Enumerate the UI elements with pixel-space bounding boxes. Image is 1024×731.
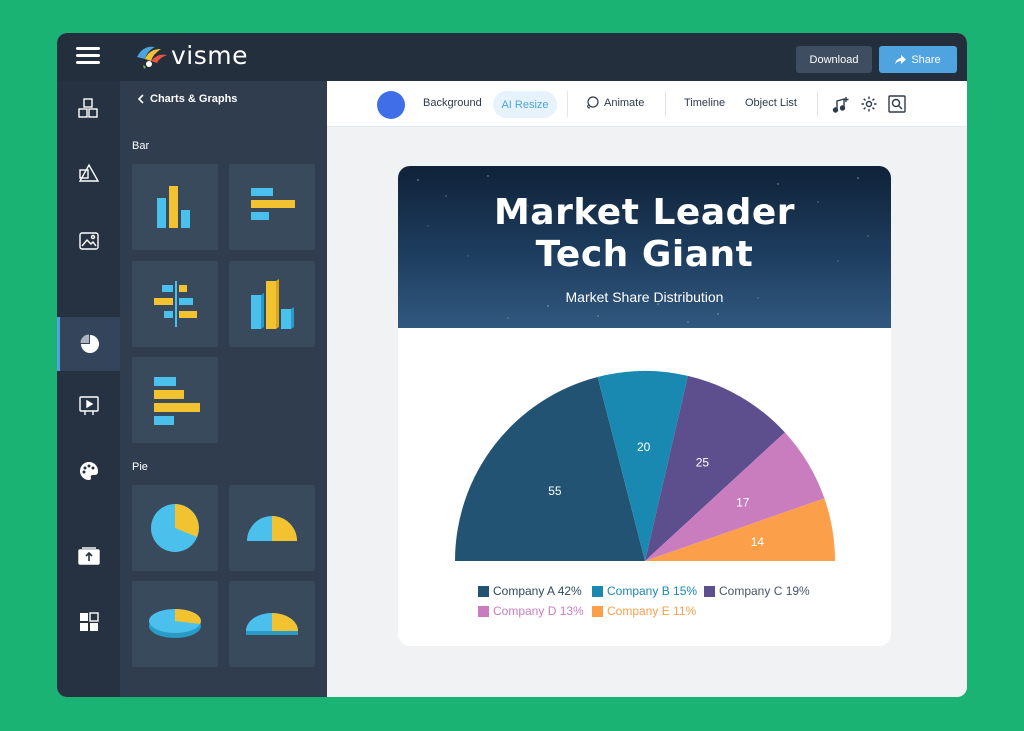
add-audio-icon[interactable] xyxy=(832,95,850,113)
pie-chart-icon xyxy=(151,504,199,552)
horizontal-bar-chart-icon xyxy=(251,188,295,220)
image-icon xyxy=(78,232,99,250)
upload-icon xyxy=(77,547,100,565)
charts-panel: Charts & Graphs Bar Pie xyxy=(120,81,327,697)
animate-label: Animate xyxy=(604,96,645,109)
3d-horizontal-bar-chart-icon xyxy=(154,377,200,425)
back-button[interactable]: Charts & Graphs xyxy=(137,93,237,105)
share-button[interactable]: Share xyxy=(879,46,957,73)
rail-item-images[interactable] xyxy=(57,214,120,268)
pie-value-label-2: 20 xyxy=(637,440,651,454)
pie-value-label-1: 55 xyxy=(548,484,562,498)
chart-tile-pie[interactable] xyxy=(132,485,218,571)
chart-tile-bar-3d[interactable] xyxy=(229,261,315,347)
3d-half-pie-chart-icon xyxy=(246,613,298,635)
timeline-button[interactable]: Timeline xyxy=(684,97,725,109)
legend-swatch xyxy=(592,585,603,597)
share-label: Share xyxy=(911,53,941,66)
share-arrow-icon xyxy=(895,54,907,64)
palette-icon xyxy=(79,462,98,480)
vertical-bar-chart-icon xyxy=(157,186,190,228)
back-label: Charts & Graphs xyxy=(150,93,238,105)
chart-tile-half-pie-3d[interactable] xyxy=(229,581,315,667)
legend-label: Company A 42% xyxy=(493,584,582,598)
pie-value-label-3: 25 xyxy=(696,456,710,470)
legend-label: Company B 15% xyxy=(607,584,698,598)
rail-item-upload[interactable] xyxy=(57,528,120,582)
legend-swatch xyxy=(704,585,715,597)
media-icon xyxy=(78,396,99,415)
editor-toolbar: Background AI Resize Animate Timeline Ob… xyxy=(327,81,967,127)
legend-label: Company D 13% xyxy=(493,604,584,618)
title-banner: Market Leader Tech Giant Market Share Di… xyxy=(398,166,891,328)
apps-icon xyxy=(79,612,99,631)
animate-icon xyxy=(587,96,599,109)
animate-button[interactable]: Animate xyxy=(586,96,644,109)
chart-canvas: 55 20 25 17 14 xyxy=(455,371,835,561)
logo-text: visme xyxy=(171,41,248,70)
legend-swatch xyxy=(478,605,489,617)
menu-icon[interactable] xyxy=(76,47,100,65)
slide-subtitle: Market Share Distribution xyxy=(565,289,724,305)
pie-chart[interactable]: 55 20 25 17 14 Company A 42% Company B 15% Com… xyxy=(398,328,891,646)
icon-rail xyxy=(57,81,120,697)
rail-item-palette[interactable] xyxy=(57,444,120,498)
legend-swatch xyxy=(478,585,489,597)
diverging-bar-chart-icon xyxy=(154,281,197,327)
toolbar-divider xyxy=(665,91,666,117)
rail-item-apps[interactable] xyxy=(57,595,120,649)
legend-item: Company E 11% xyxy=(592,604,696,618)
chart-tile-bar-3d-horizontal[interactable] xyxy=(132,357,218,443)
color-swatch[interactable] xyxy=(377,91,405,119)
ai-resize-button[interactable]: AI Resize xyxy=(493,91,557,118)
half-pie-chart-icon xyxy=(247,516,297,541)
chart-tile-half-pie[interactable] xyxy=(229,485,315,571)
legend-label: Company C 19% xyxy=(719,584,810,598)
rail-item-blocks[interactable] xyxy=(57,82,120,136)
chart-tile-pie-3d[interactable] xyxy=(132,581,218,667)
section-pie-label: Pie xyxy=(132,461,148,473)
slide-title: Market Leader Tech Giant xyxy=(398,192,891,276)
legend-swatch xyxy=(592,605,603,617)
shapes-icon xyxy=(78,163,99,182)
blocks-icon xyxy=(77,98,98,118)
rail-item-media[interactable] xyxy=(57,379,120,433)
legend-item: Company C 19% xyxy=(704,584,810,598)
background-button[interactable]: Background xyxy=(423,97,482,109)
object-list-button[interactable]: Object List xyxy=(745,97,797,109)
charts-icon xyxy=(80,334,99,353)
3d-pie-chart-icon xyxy=(149,609,201,638)
pie-value-label-4: 17 xyxy=(736,495,750,509)
legend-item: Company A 42% xyxy=(478,584,582,598)
pie-value-label-5: 14 xyxy=(751,535,765,549)
slide-title-line1: Market Leader xyxy=(493,192,796,233)
chart-tile-bar-diverging[interactable] xyxy=(132,261,218,347)
editor-window: visme Download Share Charts & Graphs Bar… xyxy=(57,33,967,697)
chart-tile-bar-horizontal[interactable] xyxy=(229,164,315,250)
rail-item-shapes[interactable] xyxy=(57,147,120,201)
legend-label: Company E 11% xyxy=(607,604,697,618)
3d-bar-chart-icon xyxy=(251,279,294,329)
legend-item: Company B 15% xyxy=(592,584,697,598)
download-button[interactable]: Download xyxy=(796,46,872,73)
chevron-left-icon xyxy=(137,94,144,104)
rail-item-charts[interactable] xyxy=(57,317,120,371)
slide-card[interactable]: Market Leader Tech Giant Market Share Di… xyxy=(398,166,891,646)
visme-logo-icon xyxy=(137,46,167,69)
section-bar-label: Bar xyxy=(132,140,150,152)
zoom-icon[interactable] xyxy=(888,95,906,113)
slide-title-line2: Tech Giant xyxy=(535,234,754,275)
toolbar-divider xyxy=(567,91,568,117)
top-bar: visme Download Share xyxy=(57,33,967,81)
toolbar-divider xyxy=(817,91,818,117)
legend-item: Company D 13% xyxy=(478,604,584,618)
chart-tile-bar-vertical[interactable] xyxy=(132,164,218,250)
gear-icon[interactable] xyxy=(860,95,878,113)
